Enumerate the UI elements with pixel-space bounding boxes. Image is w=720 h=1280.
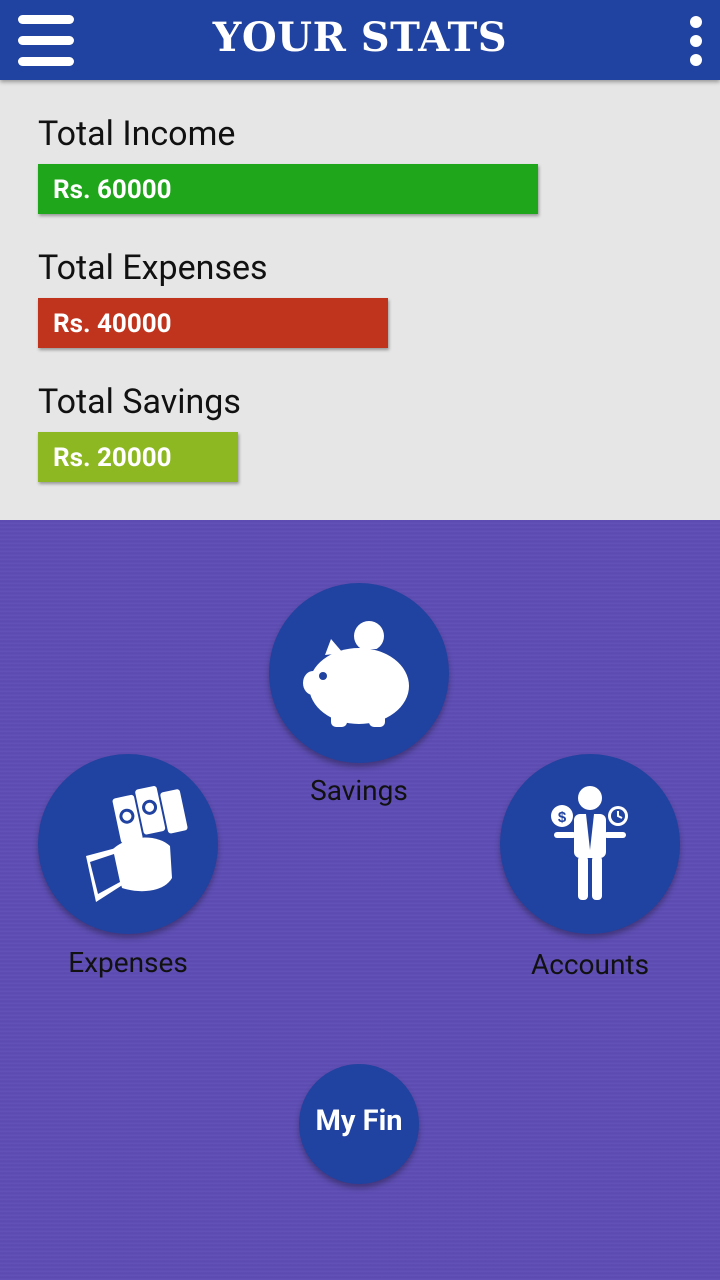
savings-bar: Rs. 20000 [38,432,238,482]
my-fin-button[interactable]: My Fin [299,1064,419,1184]
expenses-bar: Rs. 40000 [38,298,388,348]
navigation-area: Savings Expenses $ Accounts My Fin [0,520,720,1280]
savings-label: Total Savings [38,382,241,422]
accounts-button[interactable]: $ [500,754,680,934]
expenses-label: Total Expenses [38,248,268,288]
hand-with-money-icon [86,786,188,902]
page-title: YOUR STATS [212,14,508,61]
accounts-label[interactable]: Accounts [470,948,710,981]
my-fin-label: My Fin [315,1104,403,1138]
piggy-bank-icon [303,621,409,727]
income-label: Total Income [38,114,236,154]
expenses-button[interactable] [38,754,218,934]
savings-button[interactable] [269,583,449,763]
savings-label[interactable]: Savings [239,774,479,807]
app-bar: YOUR STATS [0,0,720,80]
more-options-icon[interactable] [688,16,704,66]
svg-text:$: $ [558,809,567,826]
businessman-balancing-money-time-icon: $ [551,786,628,900]
stats-panel: Total Income Rs. 60000 Total Expenses Rs… [0,80,720,520]
income-bar: Rs. 60000 [38,164,538,214]
expenses-label[interactable]: Expenses [8,946,248,979]
